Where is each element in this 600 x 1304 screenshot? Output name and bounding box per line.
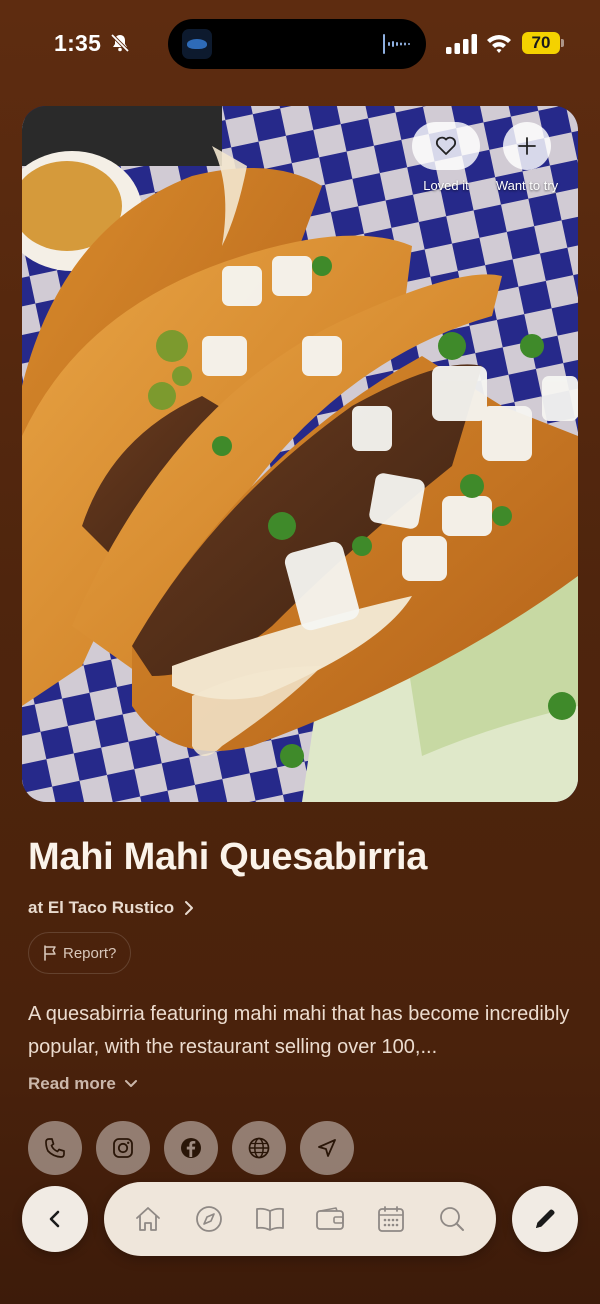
nav-guides[interactable]	[248, 1197, 292, 1241]
directions-button[interactable]	[300, 1121, 354, 1175]
instagram-button[interactable]	[96, 1121, 150, 1175]
search-icon	[439, 1207, 464, 1231]
instagram-icon	[113, 1138, 133, 1158]
dish-photo-illustration	[22, 106, 578, 802]
venue-link[interactable]: at El Taco Rustico	[28, 898, 194, 918]
chevron-down-icon	[124, 1080, 137, 1087]
loved-it-button[interactable]	[412, 122, 480, 170]
compass-icon	[196, 1206, 222, 1232]
live-activity-app-icon	[182, 29, 212, 59]
back-button[interactable]	[22, 1186, 88, 1252]
chevron-left-icon	[49, 1210, 60, 1228]
want-to-try-label: Want to try	[495, 178, 559, 193]
dish-title: Mahi Mahi Quesabirria	[28, 836, 428, 878]
nav-explore[interactable]	[187, 1197, 231, 1241]
venue-label: at El Taco Rustico	[28, 898, 175, 917]
nav-calendar[interactable]	[369, 1197, 413, 1241]
bottom-nav	[104, 1182, 496, 1256]
phone-button[interactable]	[28, 1121, 82, 1175]
contact-actions	[28, 1121, 354, 1175]
dish-description: A quesabirria featuring mahi mahi that h…	[28, 1003, 570, 1058]
read-more-label: Read more	[28, 1074, 116, 1093]
report-button[interactable]: Report?	[28, 932, 132, 974]
plus-icon	[518, 137, 536, 155]
battery-icon: 70	[522, 32, 564, 54]
loved-it-label: Loved it	[423, 178, 469, 193]
navigation-arrow-icon	[318, 1139, 336, 1157]
pencil-icon	[536, 1209, 555, 1228]
wifi-icon	[487, 35, 511, 53]
globe-icon	[248, 1137, 270, 1159]
calendar-icon	[378, 1206, 404, 1232]
nav-home[interactable]	[126, 1197, 170, 1241]
nav-wallet[interactable]	[308, 1197, 352, 1241]
read-more-button[interactable]: Read more	[28, 1074, 138, 1094]
facebook-button[interactable]	[164, 1121, 218, 1175]
flag-icon	[44, 945, 56, 961]
facebook-icon	[181, 1138, 201, 1158]
dish-photo[interactable]: Loved it Want to try	[22, 106, 578, 802]
website-button[interactable]	[232, 1121, 286, 1175]
signal-icon	[446, 34, 477, 54]
report-label: Report?	[63, 944, 117, 962]
home-icon	[136, 1207, 161, 1231]
nav-search[interactable]	[430, 1197, 474, 1241]
status-time: 1:35	[54, 30, 102, 56]
want-to-try-button[interactable]	[503, 122, 551, 170]
wallet-icon	[316, 1207, 345, 1230]
dynamic-island[interactable]	[168, 19, 426, 69]
edit-button[interactable]	[512, 1186, 578, 1252]
battery-level: 70	[522, 32, 560, 54]
status-bar: 1:35 70	[0, 0, 600, 90]
phone-icon	[45, 1138, 65, 1158]
heart-icon	[435, 136, 457, 155]
want-to-try-action[interactable]: Want to try	[490, 122, 564, 193]
bell-slash-icon	[110, 33, 130, 53]
chevron-right-icon	[185, 901, 194, 915]
audio-waveform-icon	[383, 34, 410, 54]
book-icon	[255, 1207, 284, 1231]
loved-it-action[interactable]: Loved it	[412, 122, 480, 193]
